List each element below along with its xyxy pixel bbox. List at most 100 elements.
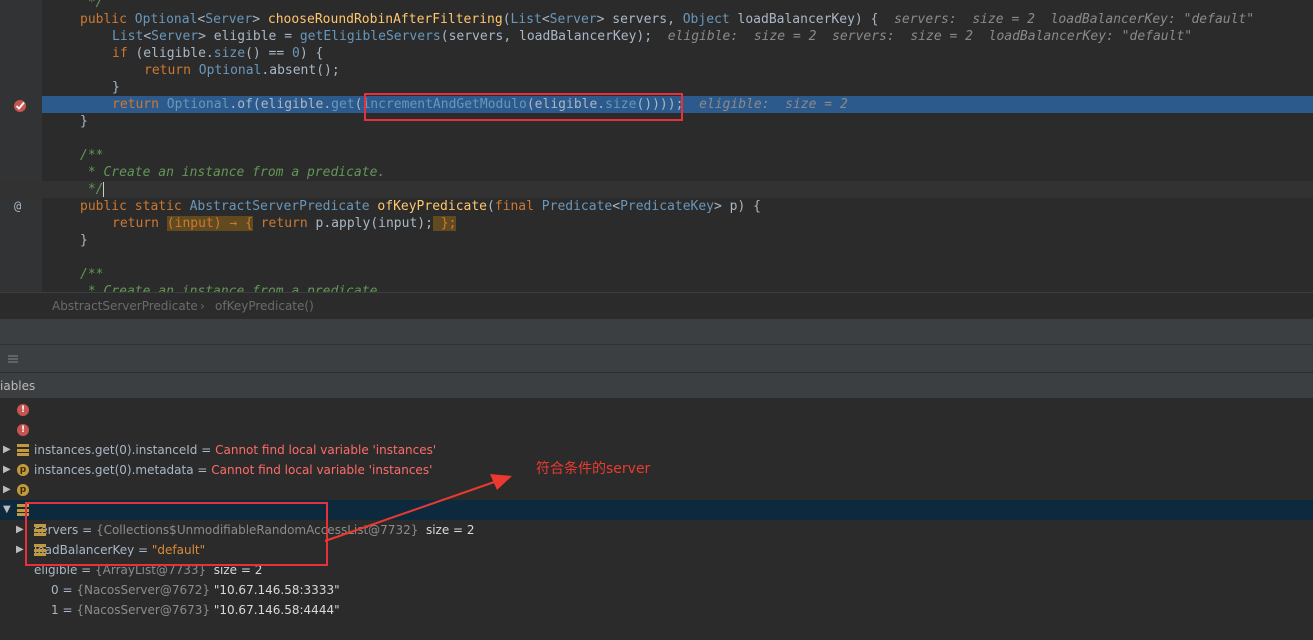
- comment-end: */: [80, 0, 104, 10]
- code-text: <: [143, 29, 152, 44]
- variable-row-this[interactable]: ▶ this = {CompositePredicate@7611}: [0, 440, 1313, 517]
- code-line-method-signature: @ public static AbstractServerPredicate …: [0, 198, 1313, 215]
- code-line: return (input) → { return p.apply(input)…: [0, 215, 1313, 232]
- lambda-fold[interactable]: (input) → {: [166, 216, 253, 231]
- variable-name: 0: [51, 583, 59, 597]
- type-name: AbstractServerPredicate: [189, 199, 370, 214]
- variable-name: 1: [51, 603, 59, 617]
- code-line: return Optional.absent();: [0, 62, 1313, 79]
- code-text: loadBalancerKey) {: [729, 12, 879, 27]
- method-call: apply: [331, 216, 371, 231]
- error-icon: !: [17, 404, 29, 416]
- code-text: (input);: [370, 216, 433, 231]
- code-text: (: [487, 199, 495, 214]
- breadcrumb-separator: ›: [200, 299, 205, 313]
- method-call: getEligibleServers: [299, 29, 441, 44]
- javadoc-comment: * Create an instance from a predicate.: [80, 165, 386, 180]
- breadcrumb-method[interactable]: ofKeyPredicate(): [215, 293, 314, 319]
- type-name: Server: [205, 12, 253, 27]
- expand-arrow-icon[interactable]: ▶: [16, 540, 24, 560]
- code-line: if (eligible.size() == 0) {: [0, 45, 1313, 62]
- highlight-box-modulo-call: [364, 93, 683, 121]
- text-caret: [103, 182, 104, 197]
- code-text: (servers, loadBalancerKey);: [440, 29, 653, 44]
- type-name: Optional: [198, 63, 262, 78]
- code-text: > p) {: [714, 199, 761, 214]
- code-text: >: [252, 12, 268, 27]
- type-name: Server: [151, 29, 199, 44]
- variable-type: {NacosServer@7673}: [76, 603, 211, 617]
- keyword: return: [112, 216, 167, 231]
- keyword: public static: [80, 199, 190, 214]
- code-text: }: [80, 233, 88, 248]
- collapse-arrow-icon[interactable]: ▼: [3, 500, 11, 520]
- code-line: */: [0, 0, 1313, 11]
- breakpoint-check-icon[interactable]: [13, 98, 27, 112]
- javadoc-comment: /**: [80, 267, 104, 282]
- method-name: ofKeyPredicate: [377, 199, 487, 214]
- variable-row-watch-error[interactable]: ! instances.get(0).metadata = Cannot fin…: [0, 420, 1313, 477]
- inline-debug-hint: eligible: size = 2: [683, 97, 848, 112]
- code-line: List<Server> eligible = getEligibleServe…: [0, 28, 1313, 45]
- restore-layout-icon[interactable]: [6, 351, 20, 365]
- code-line: /**: [0, 147, 1313, 164]
- keyword: return: [260, 216, 316, 231]
- variable-type: {NacosServer@7672}: [76, 583, 211, 597]
- debug-frames-toolbar: [0, 344, 1313, 373]
- variable-row-servers[interactable]: ▶ p servers = {Collections$UnmodifiableR…: [0, 460, 1313, 537]
- inline-debug-hint: eligible: size = 2 servers: size = 2 loa…: [652, 29, 1193, 44]
- debug-toolbar: [0, 318, 1313, 345]
- code-text: () ==: [245, 46, 293, 61]
- breadcrumb: AbstractServerPredicate › ofKeyPredicate…: [0, 292, 1313, 319]
- code-text: }: [112, 80, 120, 95]
- method-call: get: [331, 97, 355, 112]
- javadoc-comment: */: [80, 182, 104, 197]
- type-name: List: [112, 29, 144, 44]
- expand-arrow-icon[interactable]: ▶: [16, 520, 24, 540]
- type-name: List: [510, 12, 542, 27]
- method-name: chooseRoundRobinAfterFiltering: [267, 12, 503, 27]
- keyword: final: [494, 199, 542, 214]
- code-text: ) {: [299, 46, 324, 61]
- code-line: * Create an instance from a predicate.: [0, 164, 1313, 181]
- code-text: (: [502, 12, 511, 27]
- code-text: p.: [315, 216, 332, 231]
- error-icon: !: [17, 424, 29, 436]
- keyword: return: [144, 63, 199, 78]
- field-icon: [17, 444, 29, 456]
- lambda-fold-end[interactable]: };: [432, 216, 457, 231]
- variable-eq: =: [58, 603, 77, 617]
- expand-arrow-icon[interactable]: ▶: [3, 440, 11, 460]
- javadoc-comment: * Create an instance from a predicate.: [80, 284, 386, 292]
- keyword: public: [80, 12, 135, 27]
- keyword: if: [112, 46, 136, 61]
- code-line: /**: [0, 266, 1313, 283]
- parameter-icon: p: [17, 464, 29, 476]
- caret-line: */: [0, 181, 1313, 198]
- number-literal: 0: [292, 46, 300, 61]
- expand-arrow-icon[interactable]: ▶: [3, 460, 11, 480]
- code-text: .of(eligible.: [229, 97, 332, 112]
- inline-debug-hint: servers: size = 2 loadBalancerKey: "defa…: [878, 12, 1255, 27]
- expand-arrow-icon[interactable]: ▶: [3, 480, 11, 500]
- code-editor[interactable]: */ public Optional<Server> chooseRoundRo…: [0, 0, 1313, 292]
- type-name: Server: [549, 12, 597, 27]
- code-line-method-signature: public Optional<Server> chooseRoundRobin…: [0, 11, 1313, 28]
- variable-row-loadbalancerkey[interactable]: ▶ p loadBalancerKey = "default": [0, 480, 1313, 557]
- variable-string-value: "10.67.146.58:3333": [210, 583, 340, 597]
- code-text: (eligible.: [135, 46, 214, 61]
- highlight-box-eligible: [25, 502, 328, 566]
- parameter-icon: p: [17, 484, 29, 496]
- code-text: <: [612, 199, 621, 214]
- override-mark-icon[interactable]: @: [14, 198, 21, 215]
- code-line: * Create an instance from a predicate.: [0, 283, 1313, 292]
- code-text: > servers,: [596, 12, 683, 27]
- code-text: <: [541, 12, 550, 27]
- variable-string-value: "10.67.146.58:4444": [210, 603, 340, 617]
- breadcrumb-class[interactable]: AbstractServerPredicate: [52, 293, 198, 319]
- type-name: Predicate: [541, 199, 613, 214]
- keyword: return: [112, 97, 167, 112]
- javadoc-comment: /**: [80, 148, 104, 163]
- variable-row-watch-error[interactable]: ! instances.get(0).instanceId = Cannot f…: [0, 400, 1313, 457]
